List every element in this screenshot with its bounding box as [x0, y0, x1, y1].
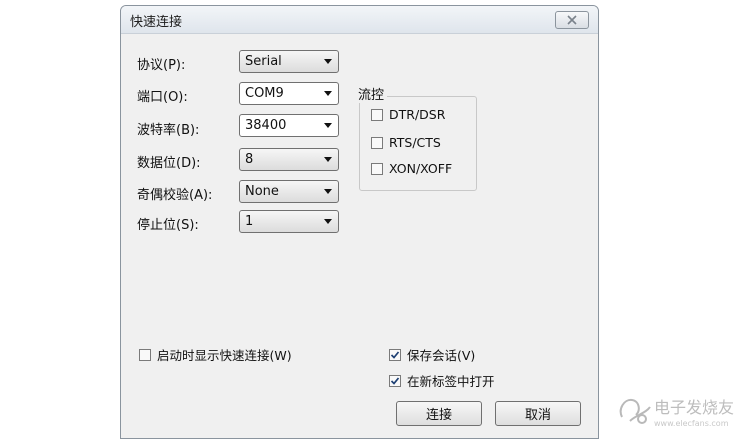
show-on-startup-label: 启动时显示快速连接(W)	[157, 348, 292, 363]
checkbox-box	[139, 348, 151, 361]
chevron-down-icon	[324, 157, 332, 162]
checkbox-box	[371, 136, 383, 149]
checkbox-box	[389, 374, 401, 387]
chevron-down-icon	[324, 123, 332, 128]
flow-control-title: 流控	[355, 84, 388, 103]
protocol-label: 协议(P):	[137, 58, 186, 73]
rts-cts-checkbox[interactable]: RTS/CTS	[371, 135, 441, 150]
checkmark-icon	[390, 350, 400, 359]
save-session-checkbox[interactable]: 保存会话(V)	[389, 345, 475, 364]
dialog-title: 快速连接	[130, 15, 183, 30]
close-button[interactable]	[555, 11, 589, 29]
svg-text:www.elecfans.com: www.elecfans.com	[654, 419, 729, 428]
data-bits-select[interactable]: 8	[239, 148, 339, 171]
stop-bits-value: 1	[245, 214, 254, 229]
connect-button[interactable]: 连接	[396, 401, 482, 426]
elecfans-watermark-logo: 电子发烧友 www.elecfans.com	[619, 398, 734, 428]
protocol-value: Serial	[245, 54, 282, 69]
stop-bits-label: 停止位(S):	[137, 218, 199, 233]
dtr-dsr-label: DTR/DSR	[389, 107, 446, 122]
title-bar: 快速连接	[121, 6, 598, 34]
xon-xoff-checkbox[interactable]: XON/XOFF	[371, 161, 452, 176]
port-label: 端口(O):	[137, 90, 188, 105]
parity-value: None	[245, 184, 279, 199]
open-in-new-tab-checkbox[interactable]: 在新标签中打开	[389, 371, 495, 390]
port-value: COM9	[245, 86, 284, 101]
baud-rate-label: 波特率(B):	[137, 123, 200, 138]
save-session-label: 保存会话(V)	[407, 348, 476, 363]
checkbox-box	[371, 162, 383, 175]
close-icon	[567, 15, 577, 25]
port-select[interactable]: COM9	[239, 82, 339, 105]
parity-label: 奇偶校验(A):	[137, 188, 213, 203]
parity-select[interactable]: None	[239, 180, 339, 203]
dtr-dsr-checkbox[interactable]: DTR/DSR	[371, 107, 445, 122]
chevron-down-icon	[324, 59, 332, 64]
stop-bits-select[interactable]: 1	[239, 210, 339, 233]
checkbox-box	[389, 348, 401, 361]
cancel-button[interactable]: 取消	[495, 401, 581, 426]
protocol-select[interactable]: Serial	[239, 50, 339, 73]
data-bits-label: 数据位(D):	[137, 156, 201, 171]
page: 快速连接 协议(P): Serial 端口(O): COM9 波特率(B): 3…	[0, 0, 754, 441]
open-in-new-tab-label: 在新标签中打开	[407, 374, 495, 389]
quick-connect-dialog: 快速连接 协议(P): Serial 端口(O): COM9 波特率(B): 3…	[120, 5, 599, 439]
data-bits-value: 8	[245, 152, 254, 167]
baud-rate-value: 38400	[245, 118, 287, 133]
rts-cts-label: RTS/CTS	[389, 135, 441, 150]
svg-text:电子发烧友: 电子发烧友	[654, 398, 734, 417]
baud-rate-select[interactable]: 38400	[239, 114, 339, 137]
chevron-down-icon	[324, 91, 332, 96]
chevron-down-icon	[324, 219, 332, 224]
show-on-startup-checkbox[interactable]: 启动时显示快速连接(W)	[139, 345, 292, 364]
xon-xoff-label: XON/XOFF	[389, 161, 453, 176]
chevron-down-icon	[324, 189, 332, 194]
checkmark-icon	[390, 376, 400, 385]
dialog-body: 协议(P): Serial 端口(O): COM9 波特率(B): 38400 …	[121, 34, 598, 438]
checkbox-box	[371, 108, 383, 121]
